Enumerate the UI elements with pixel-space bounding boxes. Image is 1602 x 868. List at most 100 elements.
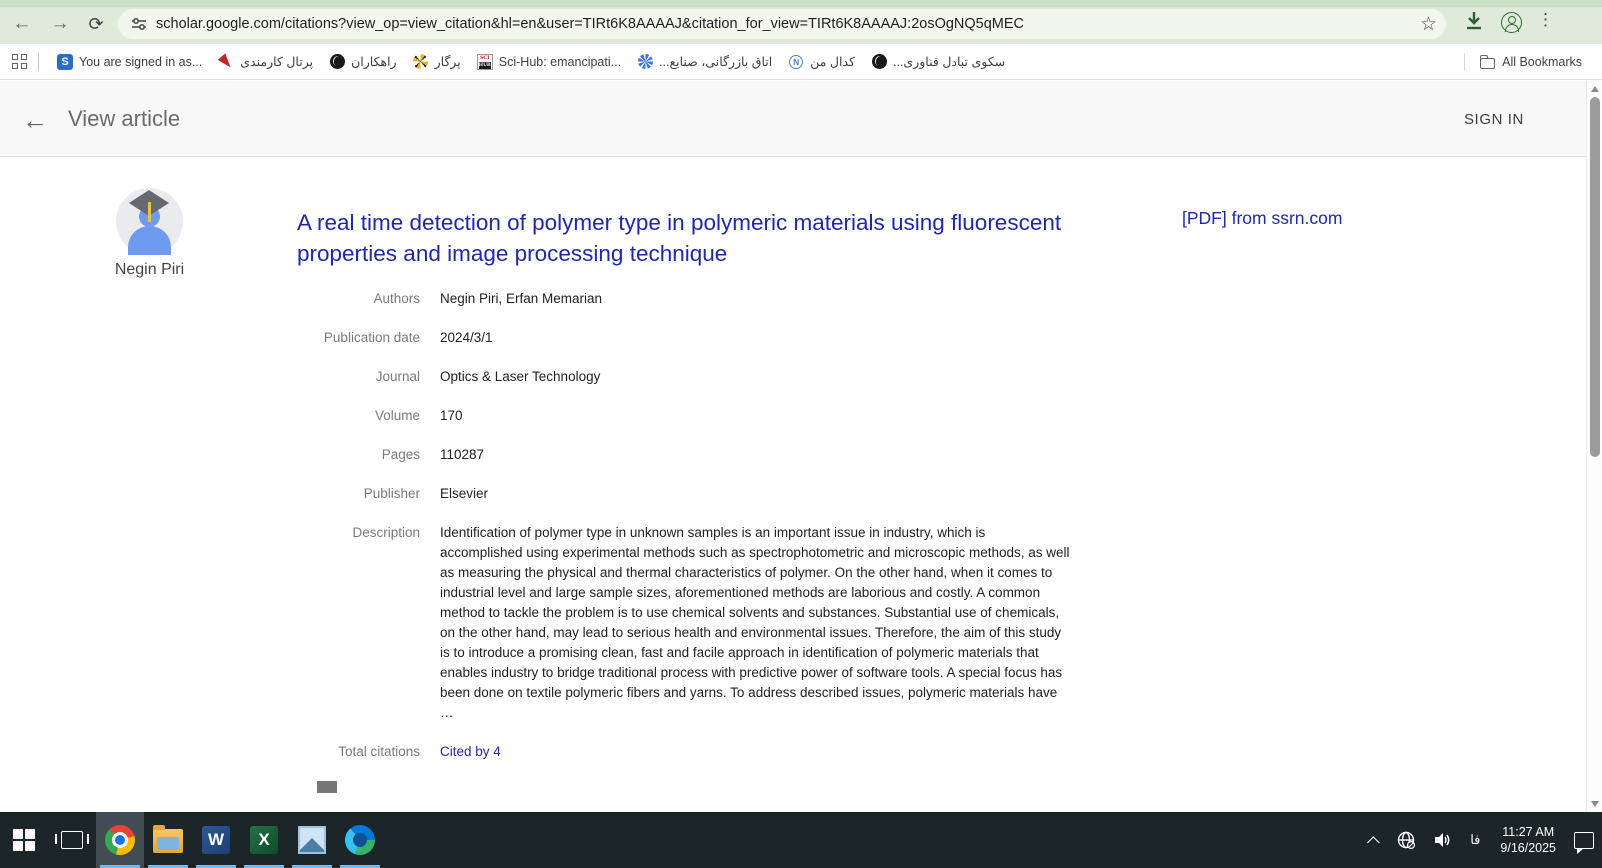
scrollbar-up-arrow[interactable] — [1591, 86, 1599, 92]
bookmark-codal[interactable]: N کدال من — [780, 50, 863, 74]
browser-reload-button[interactable]: ⟳ — [82, 10, 110, 38]
bookmark-label: پرگار — [435, 54, 461, 69]
field-value: Elsevier — [440, 484, 1070, 504]
avatar-body — [128, 226, 171, 258]
taskbar-word[interactable]: W — [192, 812, 240, 868]
photos-icon — [298, 826, 326, 854]
chrome-icon — [105, 825, 135, 855]
bookmark-label: کدال من — [810, 54, 855, 69]
article-title-link[interactable]: A real time detection of polymer type in… — [297, 207, 1147, 269]
url-text[interactable]: scholar.google.com/citations?view_op=vie… — [156, 16, 1024, 32]
avatar — [116, 188, 183, 255]
author-profile-name[interactable]: Negin Piri — [66, 261, 233, 279]
scholar-header: ← View article SIGN IN — [0, 81, 1586, 157]
scihub-favicon: SCIHUB — [477, 54, 493, 70]
field-publisher: Publisher Elsevier — [290, 484, 1100, 504]
back-arrow-icon[interactable]: ← — [22, 105, 48, 136]
bookmark-signed-in[interactable]: S You are signed in as... — [49, 50, 210, 74]
bookmark-label: سکوی تبادل فناوری... — [893, 54, 1005, 69]
start-button[interactable] — [0, 812, 48, 868]
browser-back-button[interactable]: ← — [8, 10, 36, 38]
field-value: Optics & Laser Technology — [440, 367, 1070, 387]
bookmark-scihub[interactable]: SCIHUB Sci-Hub: emancipati... — [469, 50, 629, 74]
cited-by-link[interactable]: Cited by 4 — [440, 742, 1070, 762]
field-volume: Volume 170 — [290, 406, 1100, 426]
bookmarks-separator — [1464, 53, 1465, 71]
field-label: Publisher — [290, 484, 420, 504]
browser-menu-icon[interactable]: ⋮ — [1537, 10, 1554, 30]
network-icon[interactable] — [1388, 812, 1424, 868]
clock-time: 11:27 AM — [1500, 824, 1556, 840]
field-journal: Journal Optics & Laser Technology — [290, 367, 1100, 387]
bookmark-portal-karmandi[interactable]: پرتال کارمندی — [210, 50, 321, 74]
graduation-tassel — [148, 202, 151, 222]
citation-fields: Authors Negin Piri, Erfan Memarian Publi… — [290, 289, 1100, 793]
task-view-icon — [61, 831, 83, 849]
field-label: Pages — [290, 445, 420, 465]
clock-date: 9/16/2025 — [1500, 840, 1556, 856]
page-title: View article — [68, 106, 180, 132]
citation-content: Negin Piri A real time detection of poly… — [0, 158, 1586, 812]
field-label: Total citations — [290, 742, 420, 762]
word-icon: W — [202, 826, 230, 854]
taskbar-edge[interactable] — [336, 812, 384, 868]
page-scrollbar[interactable] — [1586, 81, 1602, 812]
citations-chart-bar — [317, 781, 337, 793]
bookmark-star-icon[interactable]: ☆ — [1420, 13, 1437, 36]
windows-taskbar: W X فا 11:27 AM — [0, 812, 1602, 868]
bookmark-rahkaran[interactable]: راهکاران — [321, 50, 405, 74]
codal-favicon: N — [788, 54, 804, 70]
taskbar-photos[interactable] — [288, 812, 336, 868]
action-center-icon — [1574, 832, 1594, 849]
file-explorer-icon — [153, 829, 183, 853]
downloads-icon[interactable] — [1464, 10, 1484, 32]
taskbar-excel[interactable]: X — [240, 812, 288, 868]
all-bookmarks-label: All Bookmarks — [1502, 55, 1582, 69]
language-indicator[interactable]: فا — [1460, 812, 1490, 868]
globe-favicon — [329, 54, 345, 70]
folder-icon — [1480, 58, 1495, 69]
bookmarks-bar: S You are signed in as... پرتال کارمندی … — [0, 44, 1602, 80]
bookmark-label: You are signed in as... — [79, 55, 202, 69]
field-value: 170 — [440, 406, 1070, 426]
bookmarks-separator — [38, 53, 39, 71]
bookmark-chamber-commerce[interactable]: اتاق بازرگانی، صنایع... — [629, 50, 780, 74]
action-center-button[interactable] — [1566, 812, 1602, 868]
field-description: Description Identification of polymer ty… — [290, 523, 1100, 723]
field-value: 110287 — [440, 445, 1070, 465]
pinwheel-favicon — [413, 54, 429, 70]
excel-icon: X — [250, 826, 278, 854]
bookmark-label: اتاق بازرگانی، صنایع... — [659, 54, 772, 69]
sign-in-button[interactable]: SIGN IN — [1464, 111, 1524, 128]
tab-strip — [0, 0, 1602, 7]
volume-icon[interactable] — [1424, 812, 1460, 868]
taskbar-file-explorer[interactable] — [144, 812, 192, 868]
taskbar-chrome[interactable] — [96, 812, 144, 868]
all-bookmarks-button[interactable]: All Bookmarks — [1454, 49, 1592, 75]
pdf-link[interactable]: [PDF] from ssrn.com — [1182, 208, 1342, 229]
bookmark-tech-exchange[interactable]: سکوی تبادل فناوری... — [863, 50, 1013, 74]
bookmark-label: Sci-Hub: emancipati... — [499, 55, 621, 69]
bookmark-pargar[interactable]: پرگار — [405, 50, 469, 74]
system-tray: فا 11:27 AM 9/16/2025 — [1363, 812, 1602, 868]
feather-favicon — [218, 54, 234, 70]
field-total-citations: Total citations Cited by 4 — [290, 742, 1100, 762]
browser-profile-icon[interactable] — [1501, 12, 1522, 33]
scrollbar-thumb[interactable] — [1590, 97, 1600, 457]
edge-icon — [345, 825, 375, 855]
taskbar-clock[interactable]: 11:27 AM 9/16/2025 — [1490, 812, 1566, 868]
field-value: Negin Piri, Erfan Memarian — [440, 289, 1070, 309]
field-value: Identification of polymer type in unknow… — [440, 523, 1070, 723]
field-label: Volume — [290, 406, 420, 426]
field-pages: Pages 110287 — [290, 445, 1100, 465]
site-settings-icon[interactable] — [130, 15, 148, 33]
scrollbar-down-arrow[interactable] — [1591, 801, 1599, 807]
chevron-up-icon — [1367, 836, 1380, 849]
address-bar[interactable]: scholar.google.com/citations?view_op=vie… — [118, 9, 1446, 39]
flower-favicon — [637, 54, 653, 70]
task-view-button[interactable] — [48, 812, 96, 868]
apps-grid-icon[interactable] — [12, 54, 28, 70]
field-label: Publication date — [290, 328, 420, 348]
browser-forward-button[interactable]: → — [46, 10, 74, 38]
tray-expand-button[interactable] — [1363, 812, 1388, 868]
